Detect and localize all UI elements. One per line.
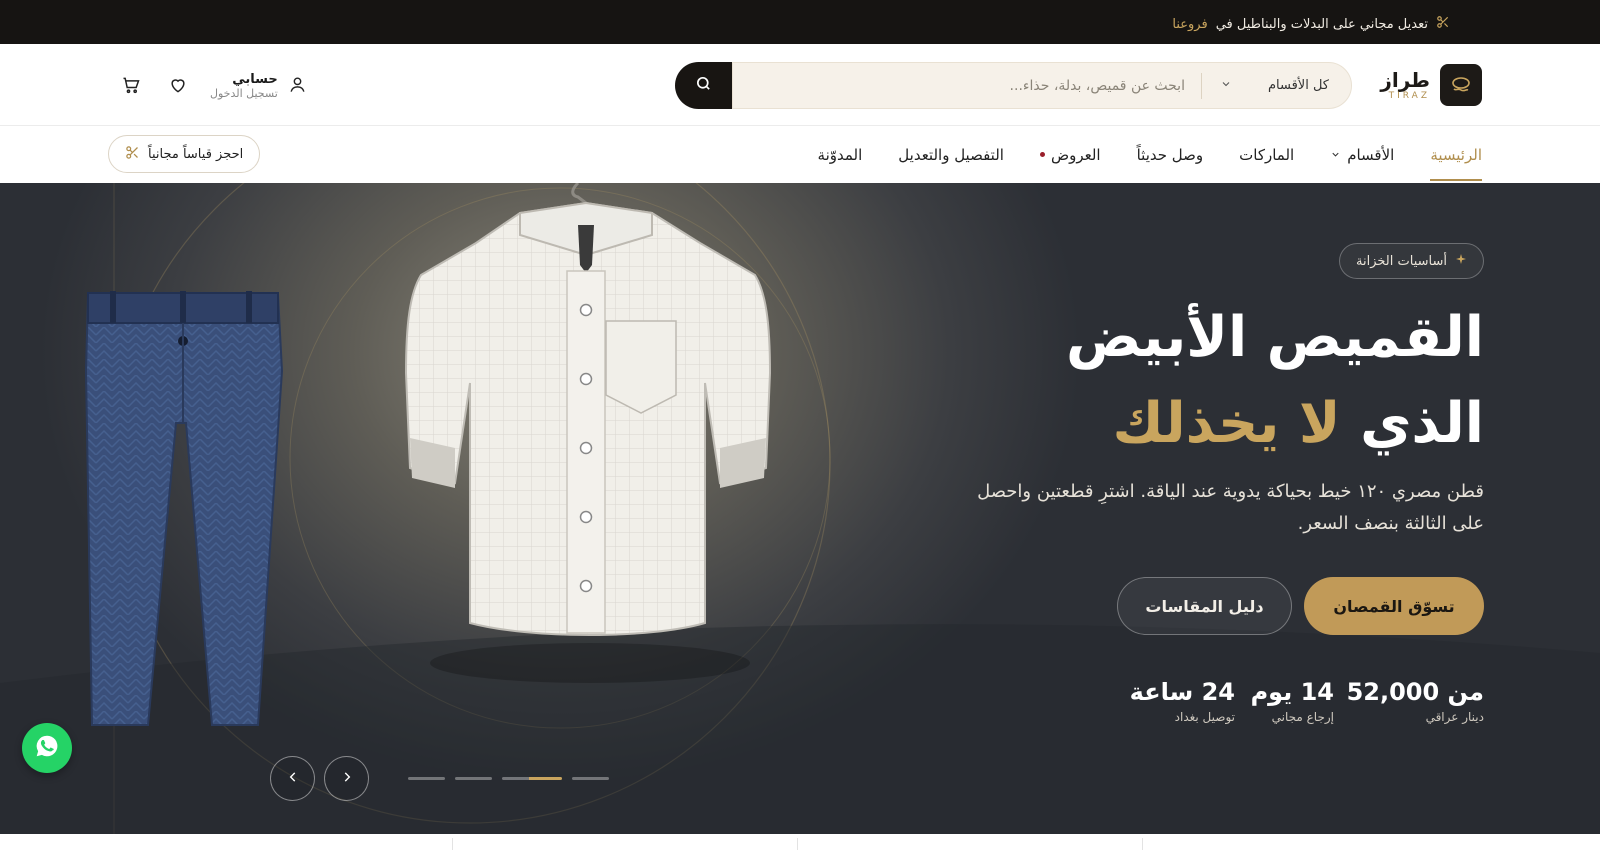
trousers-image — [84, 291, 284, 726]
hero-banner: أساسيات الخزانة القميص الأبيض الذي لا يخ… — [0, 183, 1600, 834]
nav-item-label: وصل حديثاً — [1136, 145, 1204, 164]
nav-item-label: العروض — [1050, 145, 1101, 164]
nav-item-label: الأقسام — [1347, 145, 1395, 164]
site-header: طراز TIRAZ كل الأقسام حسابي تسجيل الدخول — [0, 44, 1600, 126]
stat-value: 24 ساعة — [1129, 678, 1235, 706]
nav-item-categories[interactable]: الأقسام — [1330, 126, 1394, 183]
nav-item-label: الرئيسية — [1430, 145, 1482, 164]
search-icon — [695, 75, 712, 96]
chevron-down-icon — [1220, 78, 1232, 94]
offers-dot — [1039, 152, 1045, 157]
announcement-text: تعديل مجاني على البدلات والبناطيل في — [1215, 16, 1428, 32]
account-title: حسابي — [232, 72, 278, 87]
nav-item-brands[interactable]: الماركات — [1239, 126, 1294, 183]
slide-indicators — [408, 777, 609, 780]
slide-dot-active[interactable] — [502, 777, 562, 780]
stat-returns: 14 يوم إرجاع مجاني — [1251, 677, 1334, 725]
scissors-icon — [1436, 15, 1450, 33]
book-measurement-label: احجز قياساً مجانياً — [148, 146, 244, 162]
account-link[interactable]: حسابي تسجيل الدخول — [210, 72, 307, 100]
nav-item-new-arrivals[interactable]: وصل حديثاً — [1137, 126, 1204, 183]
logo-name: طراز — [1380, 68, 1430, 92]
prev-slide-button[interactable] — [270, 756, 315, 801]
stat-label: دينار عراقي — [1425, 710, 1484, 724]
announcement-bar: تعديل مجاني على البدلات والبناطيل في فرو… — [0, 0, 1600, 44]
chevron-left-icon — [286, 769, 300, 788]
divider — [452, 838, 453, 850]
stat-label: إرجاع مجاني — [1271, 710, 1334, 724]
divider — [1142, 838, 1143, 850]
account-subtitle: تسجيل الدخول — [210, 87, 278, 100]
hero-description: قطن مصري ١٢٠ خيط بحياكة يدوية عند الياقة… — [977, 481, 1484, 534]
search-bar: كل الأقسام — [675, 62, 1352, 109]
stat-value: 14 يوم — [1250, 678, 1334, 706]
nav-item-label: الماركات — [1239, 145, 1295, 164]
hero-title-line2-white: الذي — [1360, 391, 1484, 456]
hero-title-line1: القميص الأبيض — [1065, 305, 1484, 370]
size-guide-button[interactable]: دليل المقاسات — [1117, 577, 1292, 635]
hero-title: القميص الأبيض الذي لا يخذلك — [1066, 295, 1484, 467]
hero-badge: أساسيات الخزانة — [1339, 243, 1484, 279]
logo-mark-icon — [1440, 64, 1482, 106]
hero-title-line2-gold: لا يخذلك — [1112, 391, 1341, 456]
shirt-image — [404, 183, 772, 636]
chevron-right-icon — [340, 769, 354, 788]
next-slide-button[interactable] — [324, 756, 369, 801]
main-nav: الرئيسية الأقسام الماركات وصل حديثاً الع… — [0, 126, 1600, 183]
nav-item-tailoring[interactable]: التفصيل والتعديل — [898, 126, 1004, 183]
nav-item-label: المدوّنة — [817, 145, 863, 164]
wishlist-button[interactable] — [167, 76, 189, 98]
logo-subtitle: TIRAZ — [1388, 91, 1430, 101]
stat-price: من 52,000 دينار عراقي — [1347, 677, 1484, 725]
stat-delivery: 24 ساعة توصيل بغداد — [1130, 677, 1235, 725]
shop-shirts-button[interactable]: تسوّق القمصان — [1304, 577, 1484, 635]
scissors-icon — [125, 145, 140, 164]
nav-item-home[interactable]: الرئيسية — [1430, 126, 1482, 183]
whatsapp-button[interactable] — [22, 723, 72, 773]
user-icon — [288, 75, 307, 98]
chevron-down-icon — [1330, 146, 1341, 164]
nav-item-blog[interactable]: المدوّنة — [818, 126, 863, 183]
nav-item-offers[interactable]: العروض — [1039, 126, 1101, 183]
search-box: كل الأقسام — [732, 62, 1352, 109]
stat-value: من 52,000 — [1346, 678, 1484, 706]
divider — [797, 838, 798, 850]
category-select-label: كل الأقسام — [1267, 78, 1329, 93]
heart-icon — [168, 75, 188, 99]
announcement: تعديل مجاني على البدلات والبناطيل في فرو… — [1172, 15, 1450, 33]
search-button[interactable] — [675, 62, 732, 109]
cart-icon — [121, 75, 141, 99]
whatsapp-icon — [34, 733, 60, 763]
category-select[interactable]: كل الأقسام — [1200, 72, 1329, 99]
slide-dot[interactable] — [572, 777, 609, 780]
nav-item-label: التفصيل والتعديل — [898, 145, 1004, 164]
bottom-strip — [0, 834, 1600, 850]
logo[interactable]: طراز TIRAZ — [1380, 64, 1482, 106]
search-input[interactable] — [733, 65, 1201, 106]
stat-label: توصيل بغداد — [1174, 710, 1235, 724]
hero-badge-label: أساسيات الخزانة — [1356, 253, 1447, 269]
slide-dot[interactable] — [408, 777, 445, 780]
book-measurement-button[interactable]: احجز قياساً مجانياً — [108, 135, 261, 173]
cart-button[interactable] — [120, 76, 142, 98]
announcement-link[interactable]: فروعنا — [1172, 17, 1207, 32]
slide-dot[interactable] — [455, 777, 492, 780]
sparkle-icon — [1455, 253, 1467, 269]
